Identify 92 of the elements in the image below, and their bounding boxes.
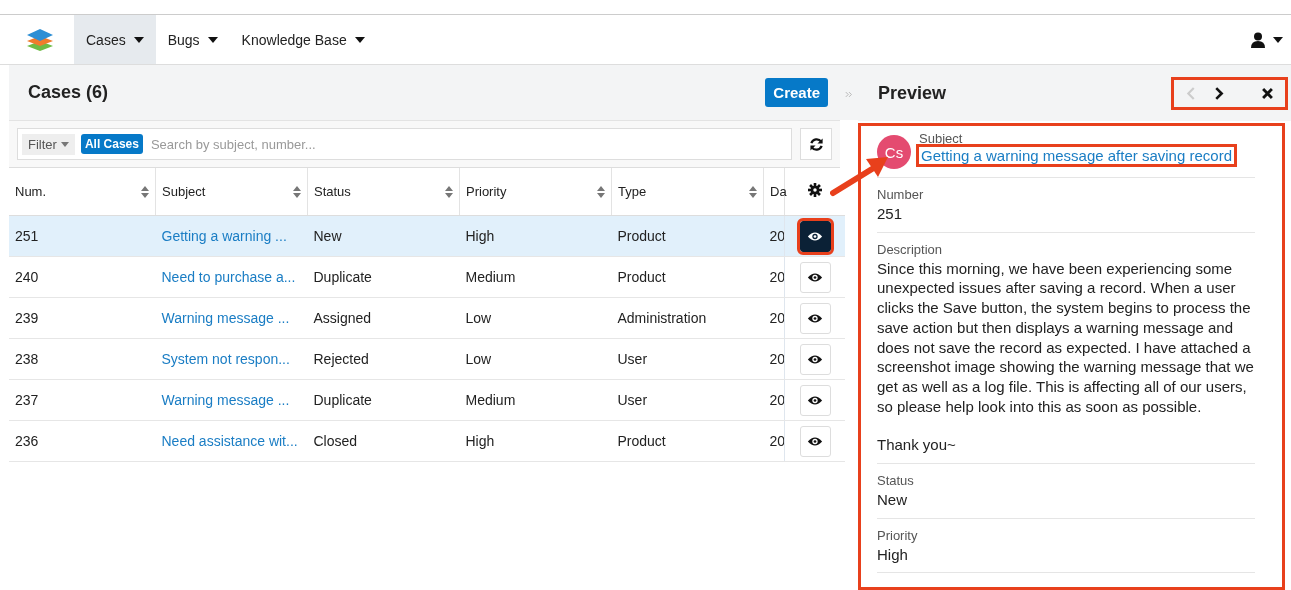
list-title: Cases (6): [28, 82, 109, 103]
table-cell: Medium: [465, 269, 516, 285]
column-header[interactable]: Da: [770, 184, 787, 199]
column-header[interactable]: Type: [618, 184, 647, 199]
subject-link[interactable]: Warning message ...: [161, 310, 290, 326]
table-cell: 240: [15, 269, 39, 285]
table-cell: Administration: [617, 310, 707, 326]
table-cell: 20: [769, 269, 785, 285]
close-icon[interactable]: [1262, 87, 1273, 99]
table-cell: 238: [15, 351, 39, 367]
table-cell: 20: [769, 392, 785, 408]
table-cell: 237: [15, 392, 39, 408]
avatar: Cs: [877, 135, 911, 169]
table-cell: High: [465, 228, 495, 244]
column-header[interactable]: Status: [314, 184, 351, 199]
layers-logo-icon[interactable]: [26, 26, 54, 53]
field-label: Number: [877, 187, 924, 202]
field-value: 251: [877, 204, 904, 224]
table-cell: Low: [465, 310, 492, 326]
table-row[interactable]: 236 Need assistance wit... Closed High Product 20: [9, 420, 845, 462]
table-cell: Product: [617, 269, 666, 285]
table-cell: 20: [769, 228, 785, 244]
preview-button[interactable]: [799, 220, 831, 252]
table-cell: 20: [769, 310, 785, 326]
subject-link[interactable]: Warning message ...: [161, 392, 290, 408]
field-value: New: [877, 490, 908, 510]
table-row[interactable]: 240 Need to purchase a... Duplicate Medium Product 20: [9, 256, 845, 298]
sort-icon[interactable]: [749, 185, 757, 198]
subject-link[interactable]: Need assistance wit...: [161, 433, 298, 449]
sort-icon[interactable]: [141, 185, 149, 198]
field-value: High: [877, 544, 909, 565]
table-cell: Rejected: [313, 351, 369, 367]
table-cell: 251: [15, 228, 39, 244]
table-row[interactable]: 239 Warning message ... Assigned Low Administration 20: [9, 297, 845, 339]
nav-tab[interactable]: Knowledge Base: [229, 15, 377, 64]
table-cell: 236: [15, 433, 39, 449]
eye-icon: [807, 312, 823, 324]
table-cell: Closed: [313, 433, 358, 449]
create-button[interactable]: Create: [765, 78, 828, 107]
settings-icon[interactable]: [808, 183, 822, 197]
table-cell: User: [617, 392, 648, 408]
column-header[interactable]: Num.: [15, 184, 47, 199]
sort-icon[interactable]: [293, 185, 301, 198]
column-header[interactable]: Priority: [466, 184, 507, 199]
field-value: Thank you~: [877, 435, 957, 456]
eye-icon: [807, 230, 823, 242]
table-row[interactable]: 237 Warning message ... Duplicate Medium User 20: [9, 379, 845, 421]
refresh-icon: [808, 136, 824, 152]
table-cell: 239: [15, 310, 39, 326]
table-cell: Duplicate: [313, 269, 372, 285]
eye-icon: [807, 353, 823, 365]
filter-tag[interactable]: All Cases: [80, 134, 143, 154]
column-header[interactable]: Subject: [162, 184, 206, 199]
field-value: Since this morning, we have been experiencing some unexpected issues after saving a record. When a user clicks the Save button, the system begins to process the save action but then displays a warning message and does not save the record as expected. I have attached a screenshot image showing the warning message that we get as well as a log file. This is affecting all of our users, so please help look into this as soon as possible.: [877, 258, 1255, 417]
user-icon[interactable]: [1251, 31, 1265, 48]
table-row[interactable]: 238 System not respon... Rejected Low User 20: [9, 338, 845, 380]
field-label: Priority: [877, 527, 918, 543]
table-cell: Duplicate: [313, 392, 372, 408]
caret-icon: [60, 141, 69, 147]
caret-icon: [207, 36, 218, 43]
sort-icon[interactable]: [445, 185, 453, 198]
subject-link[interactable]: Getting a warning message after saving record: [919, 147, 1234, 164]
sort-icon[interactable]: [597, 185, 605, 198]
field-label: Status: [877, 473, 914, 489]
subject-link[interactable]: System not respon...: [161, 351, 290, 367]
eye-icon: [807, 394, 823, 406]
table-cell: Assigned: [313, 310, 372, 326]
table-row[interactable]: 251 Getting a warning ... New High Product 20: [9, 215, 845, 257]
caret-icon[interactable]: [1273, 36, 1283, 43]
nav-tab[interactable]: Cases: [74, 15, 156, 64]
filter-button[interactable]: Filter: [22, 133, 75, 155]
table-cell: Medium: [465, 392, 516, 408]
preview-title: Preview: [878, 82, 947, 104]
caret-icon: [354, 36, 365, 43]
caret-icon: [133, 36, 144, 43]
table-cell: High: [465, 433, 495, 449]
next-icon[interactable]: [1215, 86, 1224, 100]
table-cell: Low: [465, 351, 492, 367]
search-field[interactable]: Filter All Cases Search by subject, number...: [17, 128, 792, 160]
subject-link[interactable]: Need to purchase a...: [161, 269, 296, 285]
table-cell: Product: [617, 433, 666, 449]
table-cell: 20: [769, 351, 785, 367]
eye-icon: [807, 271, 823, 283]
table-cell: New: [313, 228, 342, 244]
field-label: Description: [877, 241, 943, 257]
field-label: Subject: [919, 131, 964, 146]
table-cell: User: [617, 351, 648, 367]
refresh-button[interactable]: [800, 128, 832, 160]
eye-icon: [807, 435, 823, 447]
table-cell: Product: [617, 228, 666, 244]
nav-tab[interactable]: Bugs: [155, 15, 230, 64]
table-cell: 20: [769, 433, 785, 449]
